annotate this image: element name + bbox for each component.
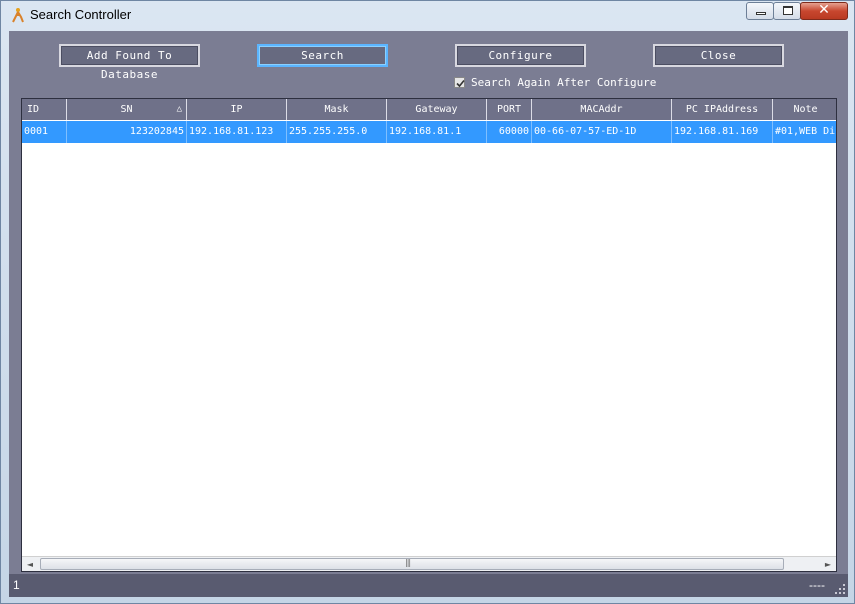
- maximize-button[interactable]: [773, 2, 801, 20]
- cell-pc-ipaddress: 192.168.81.169: [672, 121, 773, 143]
- cell-gateway: 192.168.81.1: [387, 121, 487, 143]
- window-title: Search Controller: [30, 7, 132, 22]
- app-icon: [12, 8, 24, 23]
- column-header-port[interactable]: PORT: [487, 99, 532, 120]
- column-header-pc-ipaddress[interactable]: PC IPAddress: [672, 99, 773, 120]
- table-header: ID SN △ IP Mask Gateway PORT MACAddr PC …: [22, 99, 836, 120]
- status-count: 1: [13, 578, 20, 592]
- controller-table[interactable]: ID SN △ IP Mask Gateway PORT MACAddr PC …: [21, 98, 837, 572]
- search-button[interactable]: Search: [257, 44, 388, 67]
- status-bar: 1 ----: [9, 574, 848, 597]
- column-header-id[interactable]: ID: [22, 99, 67, 120]
- checkmark-icon: [456, 79, 465, 88]
- column-header-ip[interactable]: IP: [187, 99, 287, 120]
- column-header-label: Note: [793, 104, 818, 115]
- column-header-label: PORT: [496, 104, 522, 115]
- column-header-label: MACAddr: [580, 104, 623, 115]
- grip-icon: |||: [405, 558, 411, 567]
- cell-macaddr: 00-66-07-57-ED-1D: [532, 121, 672, 143]
- column-header-label: PC IPAddress: [685, 104, 759, 115]
- cell-note: #01,WEB Di: [775, 126, 836, 137]
- column-header-label: IP: [230, 104, 243, 115]
- minimize-icon: [756, 12, 766, 15]
- column-header-label: ID: [27, 104, 40, 115]
- column-header-mask[interactable]: Mask: [287, 99, 387, 120]
- column-header-label: SN: [120, 104, 133, 115]
- maximize-icon: [783, 6, 793, 15]
- search-controller-window: Search Controller ✕ Add Found To Databas…: [0, 0, 855, 604]
- scroll-left-icon[interactable]: ◄: [22, 557, 38, 571]
- close-icon: ✕: [818, 2, 830, 18]
- column-header-sn[interactable]: SN △: [67, 99, 187, 120]
- horizontal-scrollbar[interactable]: ◄ ||| ►: [22, 556, 836, 571]
- cell-ip: 192.168.81.123: [187, 121, 287, 143]
- column-header-gateway[interactable]: Gateway: [387, 99, 487, 120]
- cell-mask: 255.255.255.0: [287, 121, 387, 143]
- cell-sn: 123202845: [67, 121, 187, 143]
- scrollbar-thumb[interactable]: |||: [40, 558, 784, 570]
- resize-grip-icon[interactable]: [834, 583, 846, 595]
- add-found-to-database-button[interactable]: Add Found To Database: [59, 44, 200, 81]
- table-row[interactable]: 0001 123202845 192.168.81.123 255.255.25…: [22, 121, 836, 143]
- cell-port: 60000: [487, 121, 532, 143]
- status-indicator: ----: [809, 578, 825, 592]
- column-header-macaddr[interactable]: MACAddr: [532, 99, 672, 120]
- search-again-checkbox[interactable]: [454, 77, 465, 88]
- column-header-note[interactable]: Note: [773, 99, 836, 120]
- close-button[interactable]: Close: [653, 44, 784, 67]
- column-header-label: Mask: [324, 104, 349, 115]
- scroll-right-icon[interactable]: ►: [820, 557, 836, 571]
- title-bar[interactable]: Search Controller ✕: [1, 1, 854, 29]
- search-again-label: Search Again After Configure: [471, 76, 657, 89]
- minimize-button[interactable]: [746, 2, 774, 20]
- column-header-label: Gateway: [415, 104, 458, 115]
- sort-ascending-icon: △: [176, 104, 182, 114]
- close-window-button[interactable]: ✕: [800, 2, 848, 20]
- configure-button[interactable]: Configure: [455, 44, 586, 67]
- client-area: Add Found To Database Search Configure C…: [9, 31, 848, 597]
- cell-id: 0001: [22, 121, 67, 143]
